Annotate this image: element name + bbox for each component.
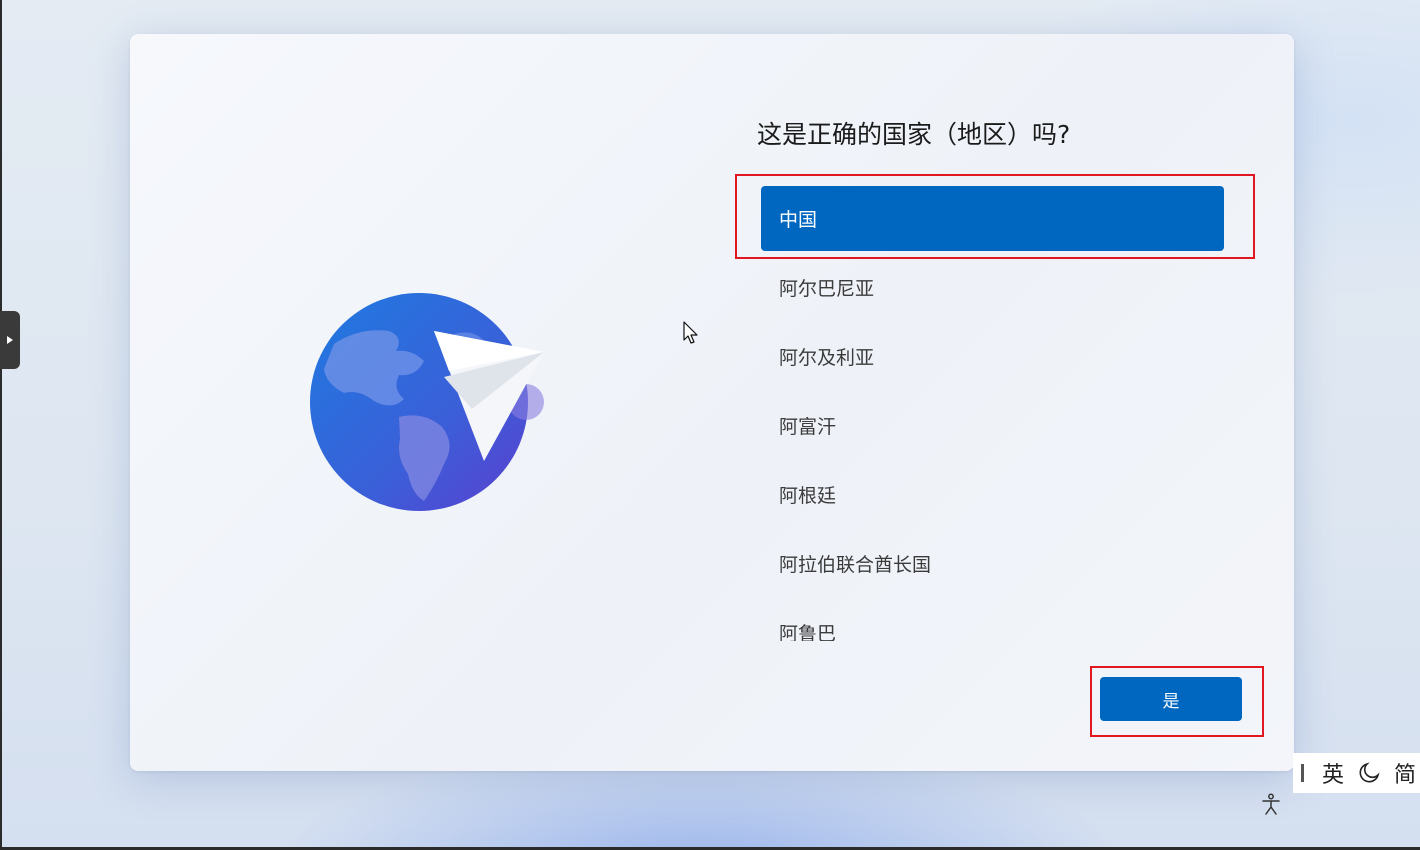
ime-script-toggle[interactable]: 简	[1394, 757, 1416, 789]
country-label: 阿根廷	[779, 485, 837, 507]
globe-icon	[310, 293, 544, 511]
ime-language-toggle[interactable]: 英	[1322, 757, 1344, 789]
country-option-aruba[interactable]: 阿鲁巴	[761, 598, 1224, 641]
country-label: 阿拉伯联合酋长国	[779, 554, 932, 576]
country-option-afghanistan[interactable]: 阿富汗	[761, 391, 1224, 460]
accessibility-icon[interactable]	[1259, 791, 1283, 817]
yes-button[interactable]: 是	[1100, 677, 1242, 721]
country-option-albania[interactable]: 阿尔巴尼亚	[761, 253, 1224, 322]
country-list[interactable]: 中国 阿尔巴尼亚 阿尔及利亚 阿富汗 阿根廷 阿拉伯联合酋长国 阿鲁巴	[761, 186, 1224, 641]
country-option-china[interactable]: 中国	[761, 186, 1224, 251]
window-left-edge	[0, 0, 2, 850]
side-panel-toggle[interactable]	[0, 311, 20, 369]
page-title: 这是正确的国家（地区）吗?	[757, 119, 1071, 149]
country-label: 阿尔及利亚	[779, 347, 875, 369]
caret-right-icon	[7, 336, 13, 344]
country-option-algeria[interactable]: 阿尔及利亚	[761, 322, 1224, 391]
arrow-cursor-icon	[683, 321, 698, 344]
ime-drag-handle[interactable]	[1301, 764, 1304, 782]
country-option-uae[interactable]: 阿拉伯联合酋长国	[761, 529, 1224, 598]
country-label: 阿鲁巴	[779, 623, 837, 641]
oobe-setup-card: 这是正确的国家（地区）吗? 中国 阿尔巴尼亚 阿尔及利亚 阿富汗 阿根廷 阿拉伯…	[130, 34, 1294, 771]
country-label: 阿富汗	[779, 416, 837, 438]
country-option-argentina[interactable]: 阿根廷	[761, 460, 1224, 529]
ime-toolbar[interactable]: 英 简	[1293, 753, 1420, 793]
country-label: 阿尔巴尼亚	[779, 278, 875, 300]
moon-icon[interactable]	[1358, 762, 1380, 784]
country-label: 中国	[779, 209, 818, 231]
